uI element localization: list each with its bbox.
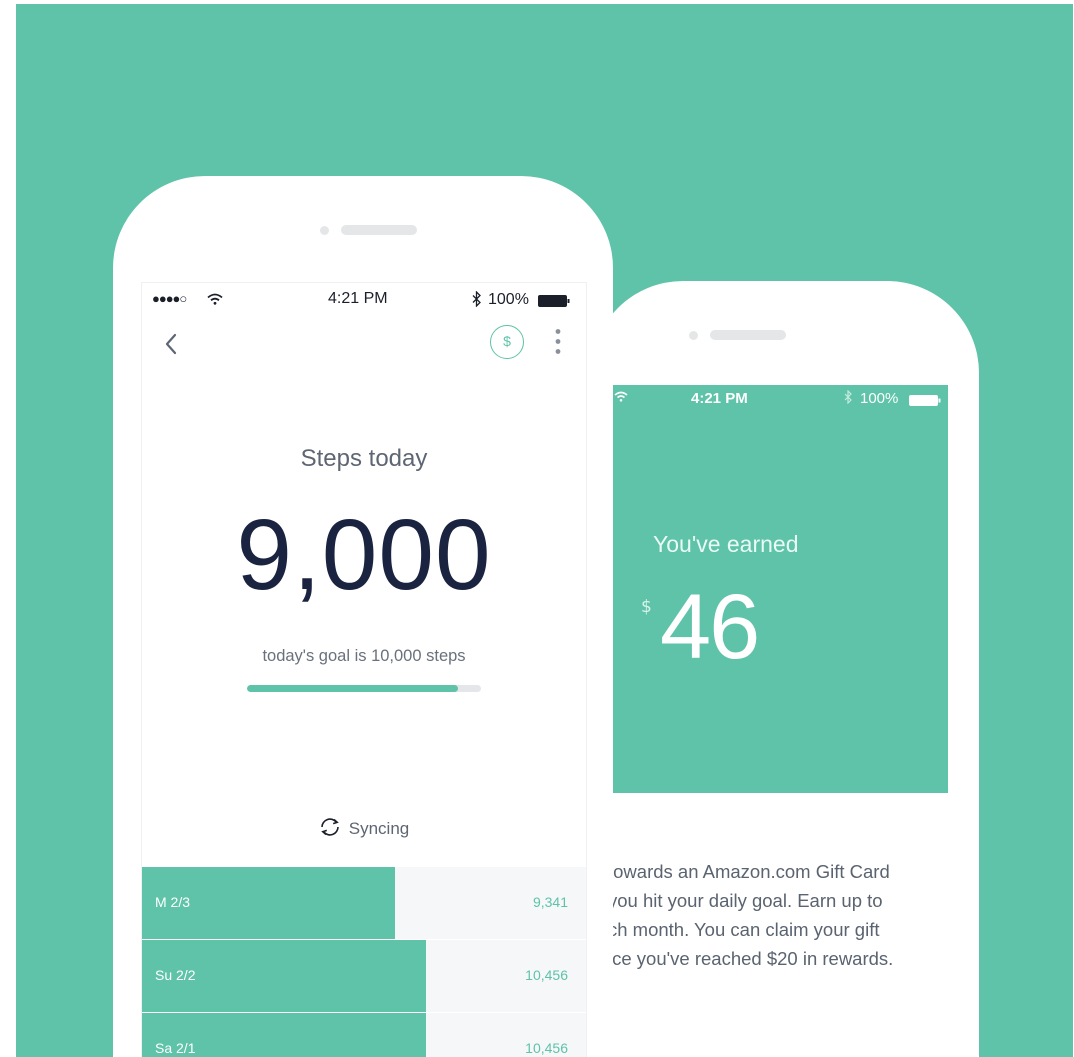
earned-amount: 46 xyxy=(660,576,760,678)
steps-screen: ●●●●○ 4:21 PM 100% $ Steps today 9,000 t… xyxy=(141,282,587,1057)
dollar-circle-icon: $ xyxy=(503,333,511,349)
history-day: Sa 2/1 xyxy=(155,1040,196,1056)
wifi-icon xyxy=(614,389,628,406)
bluetooth-icon xyxy=(844,389,852,408)
earpiece-speaker xyxy=(710,330,786,340)
status-bar: 4:21 PM 100% xyxy=(608,385,948,415)
signal-strength-icon: ●●●●○ xyxy=(152,291,187,306)
steps-history-list: M 2/3 9,341 Su 2/2 10,456 Sa 2/1 10,456 xyxy=(142,867,586,1057)
status-time: 4:21 PM xyxy=(691,390,748,407)
progress-fill xyxy=(247,685,458,692)
battery-icon xyxy=(538,294,570,312)
background: 4:21 PM 100% You've earned $ 46 towards … xyxy=(16,4,1073,1057)
history-day: Su 2/2 xyxy=(155,967,196,983)
rewards-line: you hit your daily goal. Earn up to xyxy=(608,890,883,911)
earnings-panel: 4:21 PM 100% You've earned $ 46 xyxy=(608,385,948,793)
rewards-line: ice you've reached $20 in rewards. xyxy=(608,948,894,969)
status-time: 4:21 PM xyxy=(328,290,388,307)
goal-progress-bar xyxy=(247,685,481,692)
steps-label: Steps today xyxy=(300,445,428,472)
history-steps: 10,456 xyxy=(525,1040,568,1056)
history-row[interactable]: M 2/3 9,341 xyxy=(142,867,586,940)
wifi-icon xyxy=(207,292,223,310)
rewards-line: towards an Amazon.com Gift Card xyxy=(608,861,890,882)
steps-count: 9,000 xyxy=(236,499,492,611)
phone-front: ●●●●○ 4:21 PM 100% $ Steps today 9,000 t… xyxy=(113,176,613,1057)
history-steps: 9,341 xyxy=(532,894,568,910)
vertical-dots-icon[interactable] xyxy=(554,328,562,360)
goal-text: today's goal is 10,000 steps xyxy=(262,647,466,665)
history-steps: 10,456 xyxy=(525,967,568,983)
battery-percent: 100% xyxy=(860,390,899,407)
rewards-button[interactable]: $ xyxy=(490,325,524,359)
top-navigation: $ xyxy=(142,325,586,365)
battery-percent: 100% xyxy=(488,291,529,308)
earned-label: You've earned xyxy=(653,531,799,557)
earpiece-speaker xyxy=(341,225,417,235)
history-row[interactable]: Su 2/2 10,456 xyxy=(142,940,586,1013)
sync-label: Syncing xyxy=(348,818,410,838)
history-row[interactable]: Sa 2/1 10,456 xyxy=(142,1013,586,1057)
sync-icon xyxy=(319,817,341,842)
currency-symbol: $ xyxy=(641,597,652,617)
battery-icon xyxy=(909,393,941,410)
status-bar: ●●●●○ 4:21 PM 100% xyxy=(142,283,586,317)
front-camera xyxy=(320,226,329,235)
front-camera xyxy=(689,331,698,340)
rewards-line: ch month. You can claim your gift xyxy=(608,919,880,940)
sync-status[interactable]: Syncing xyxy=(142,817,586,842)
bluetooth-icon xyxy=(472,290,481,312)
rewards-description: towards an Amazon.com Gift Card you hit … xyxy=(608,857,948,973)
rewards-screen: 4:21 PM 100% You've earned $ 46 towards … xyxy=(608,385,948,1057)
history-day: M 2/3 xyxy=(155,894,191,910)
phone-back: 4:21 PM 100% You've earned $ 46 towards … xyxy=(591,281,979,1057)
chevron-left-icon[interactable] xyxy=(164,333,178,359)
